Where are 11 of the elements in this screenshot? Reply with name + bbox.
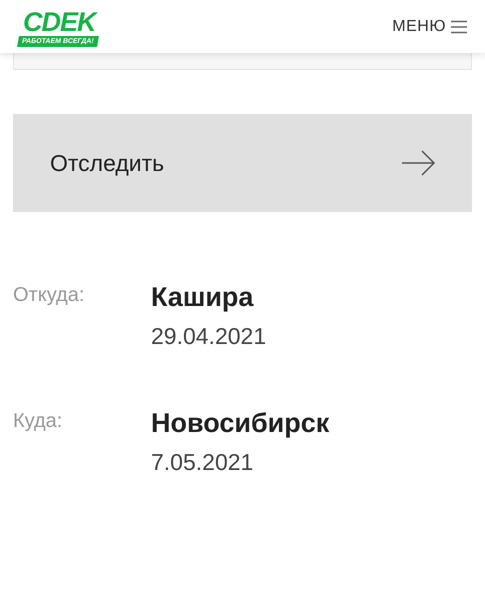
date-text: 7.05.2021: [151, 449, 254, 476]
input-field[interactable]: [13, 53, 472, 70]
track-button[interactable]: Отследить: [13, 114, 472, 212]
route-label: Откуда:: [13, 283, 86, 308]
menu-button[interactable]: МЕНЮ: [392, 18, 467, 36]
city-name: Кашира: [151, 282, 254, 313]
menu-icon: [451, 20, 467, 34]
city-name: Новосибирск: [151, 408, 330, 439]
route-label: Куда:: [13, 409, 64, 434]
date-text: 29.04.2021: [151, 323, 266, 350]
arrow-right-icon: [402, 149, 436, 177]
